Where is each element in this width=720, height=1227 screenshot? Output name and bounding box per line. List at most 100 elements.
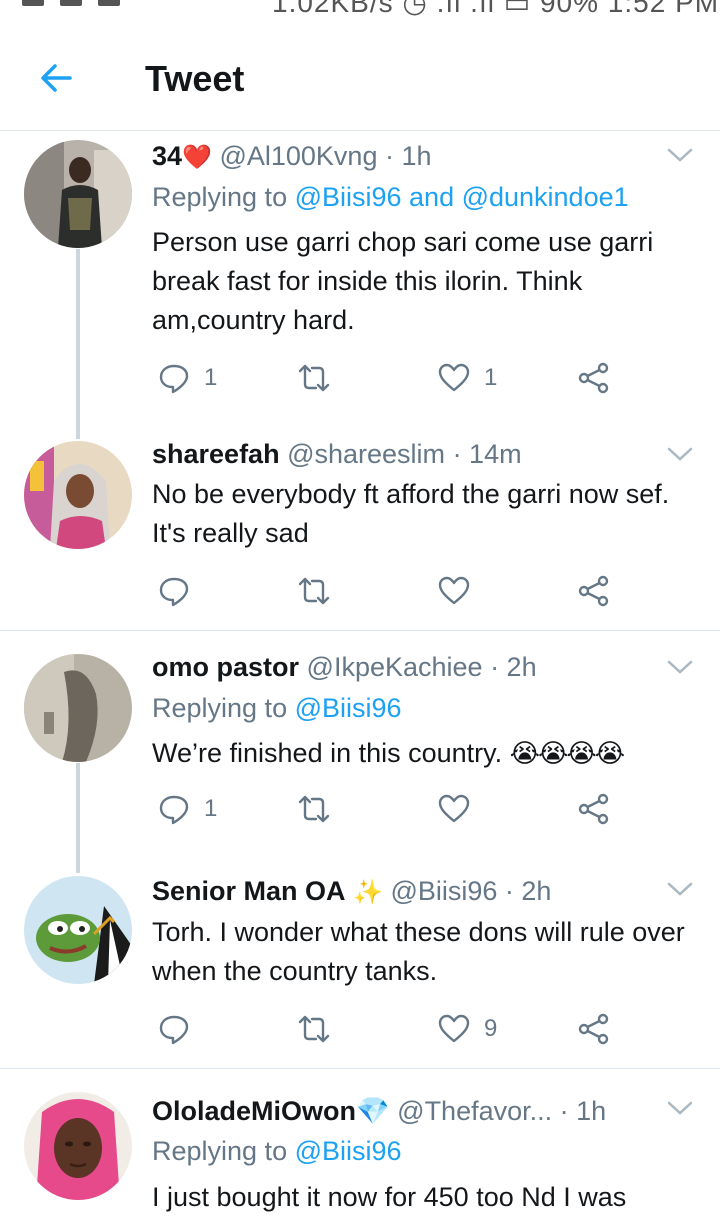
chevron-down-icon[interactable] <box>666 881 694 897</box>
replying-to: Replying to @Biisi96 and @dunkindoe1 <box>152 182 629 213</box>
chevron-down-icon[interactable] <box>666 446 694 462</box>
avatar-image <box>24 876 132 984</box>
display-name[interactable]: 34 <box>152 141 182 171</box>
reply-icon <box>159 795 189 825</box>
retweet-button[interactable] <box>298 571 344 611</box>
like-count: 9 <box>484 1015 498 1042</box>
reply-count: 1 <box>204 795 218 822</box>
reply-button[interactable]: 1 <box>158 789 217 829</box>
handle[interactable]: @Thefavor... <box>397 1096 552 1126</box>
avatar[interactable] <box>24 140 132 248</box>
timestamp: · 1h <box>384 141 432 171</box>
reply-count: 1 <box>204 364 218 391</box>
like-count: 1 <box>484 364 498 391</box>
share-button[interactable] <box>578 1009 610 1049</box>
retweet-icon <box>298 577 330 605</box>
mention-link[interactable]: @Biisi96 <box>295 1136 402 1166</box>
timestamp: · 2h <box>490 652 537 682</box>
divider <box>0 1068 720 1069</box>
avatar-image <box>24 140 132 248</box>
status-text: 1.02KB/s ◷ .ıl .ıl ▭ 90% 1:52 PM <box>272 0 720 18</box>
replying-to-label: Replying to <box>152 693 295 723</box>
display-name[interactable]: omo pastor <box>152 652 299 682</box>
page-title: Tweet <box>145 58 245 99</box>
handle[interactable]: @IkpeKachiee <box>307 652 483 682</box>
tweet-item[interactable]: shareefah @shareeslim · 14m No be everyb… <box>0 430 720 630</box>
gem-badge: 💎 <box>356 1096 390 1126</box>
like-button[interactable] <box>438 571 484 611</box>
tweet-item[interactable]: Senior Man OA ✨ @Biisi96 · 2h Torh. I wo… <box>0 865 720 1068</box>
like-button[interactable]: 1 <box>438 358 497 398</box>
tweet-actions: 1 <box>152 789 622 829</box>
avatar[interactable] <box>24 1092 132 1200</box>
reply-icon <box>159 1015 189 1045</box>
tweet-item[interactable]: OloladeMiOwon💎 @Thefavor... · 1h Replyin… <box>0 1081 720 1227</box>
tweet-actions <box>152 571 622 611</box>
reply-button[interactable] <box>158 1009 204 1049</box>
tweet-item[interactable]: omo pastor @IkpeKachiee · 2h Replying to… <box>0 643 720 873</box>
heart-icon <box>438 576 470 605</box>
share-button[interactable] <box>578 358 610 398</box>
avatar-image <box>24 1092 132 1200</box>
tweet-actions: 1 1 <box>152 358 622 398</box>
heart-icon <box>438 794 470 823</box>
retweet-button[interactable] <box>298 789 344 829</box>
chevron-down-icon[interactable] <box>666 659 694 675</box>
handle[interactable]: @Al100Kvng <box>219 141 377 171</box>
avatar-image <box>24 654 132 762</box>
chevron-down-icon[interactable] <box>666 147 694 163</box>
tweet-header: 34❤️ @Al100Kvng · 1h <box>152 141 432 172</box>
tweet-text: We’re finished in this country. <box>152 738 503 768</box>
like-button[interactable]: 9 <box>438 1009 497 1049</box>
notification-icons <box>22 0 120 6</box>
timestamp: · 1h <box>559 1096 607 1126</box>
mention-link[interactable]: @Biisi96 and @dunkindoe1 <box>295 182 629 212</box>
reply-icon <box>159 364 189 394</box>
reply-button[interactable] <box>158 571 204 611</box>
heart-icon <box>438 1014 470 1043</box>
crying-emoji: 😭😭😭😭 <box>509 738 626 768</box>
retweet-icon <box>298 795 330 823</box>
timestamp: · 2h <box>504 876 552 906</box>
back-button[interactable] <box>36 58 76 98</box>
tweet-text: No be everybody ft afford the garri now … <box>152 479 670 548</box>
timestamp: · 14m <box>452 439 522 469</box>
heart-icon <box>438 363 470 392</box>
mention-link[interactable]: @Biisi96 <box>295 693 402 723</box>
tweet-header: omo pastor @IkpeKachiee · 2h <box>152 652 537 683</box>
chevron-down-icon[interactable] <box>666 1100 694 1116</box>
share-icon <box>578 575 609 607</box>
avatar[interactable] <box>24 654 132 762</box>
tweet-text: Person use garri chop sari come use garr… <box>152 227 654 335</box>
tweet-item[interactable]: 34❤️ @Al100Kvng · 1h Replying to @Biisi9… <box>0 131 720 439</box>
divider <box>0 630 720 631</box>
handle[interactable]: @Biisi96 <box>390 876 497 906</box>
tweet-header: shareefah @shareeslim · 14m <box>152 439 522 470</box>
retweet-button[interactable] <box>298 1009 344 1049</box>
status-bar: 1.02KB/s ◷ .ıl .ıl ▭ 90% 1:52 PM <box>0 0 720 20</box>
retweet-icon <box>298 364 330 392</box>
top-app-bar: Tweet <box>0 20 720 131</box>
replying-to-label: Replying to <box>152 1136 295 1166</box>
sparkles-badge: ✨ <box>353 879 383 906</box>
handle[interactable]: @shareeslim <box>287 439 445 469</box>
like-button[interactable] <box>438 789 484 829</box>
reply-button[interactable]: 1 <box>158 358 217 398</box>
share-icon <box>578 1013 609 1045</box>
share-button[interactable] <box>578 571 610 611</box>
replying-to: Replying to @Biisi96 <box>152 693 402 724</box>
share-button[interactable] <box>578 789 610 829</box>
tweet-text-container: We’re finished in this country. 😭😭😭😭 <box>152 734 702 773</box>
replying-to-label: Replying to <box>152 182 295 212</box>
notification-icon <box>22 0 44 6</box>
display-name[interactable]: shareefah <box>152 439 280 469</box>
display-name[interactable]: Senior Man OA <box>152 876 346 906</box>
tweet-text: Torh. I wonder what these dons will rule… <box>152 917 685 986</box>
share-icon <box>578 362 609 394</box>
notification-icon <box>60 0 82 6</box>
tweet-text: I just bought it now for 450 too Nd I wa… <box>152 1182 627 1212</box>
retweet-button[interactable] <box>298 358 344 398</box>
avatar[interactable] <box>24 876 132 984</box>
avatar[interactable] <box>24 441 132 549</box>
display-name[interactable]: OloladeMiOwon <box>152 1096 356 1126</box>
